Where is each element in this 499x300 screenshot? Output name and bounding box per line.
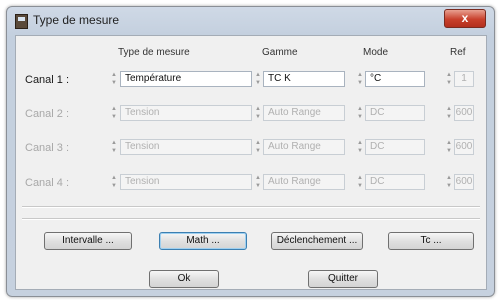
header-ref: Ref: [450, 47, 466, 58]
quitter-button[interactable]: Quitter: [308, 270, 378, 288]
header-type: Type de mesure: [118, 47, 190, 58]
gamme-field-1[interactable]: TC K: [263, 71, 345, 87]
tc-button[interactable]: Tc ...: [388, 232, 474, 250]
ref-field-4[interactable]: 600: [454, 174, 474, 190]
intervalle-button[interactable]: Intervalle ...: [44, 232, 132, 250]
gamme-field-3[interactable]: Auto Range: [263, 139, 345, 155]
measure-app-icon: [15, 14, 28, 29]
canal-4-label: Canal 4 :: [25, 177, 70, 189]
type-spinner-2[interactable]: ▲ ▼: [110, 105, 118, 121]
mode-spinner-1[interactable]: ▲ ▼: [356, 71, 364, 87]
mode-field-2[interactable]: DC: [365, 105, 425, 121]
separator-top: [22, 206, 480, 208]
type-spinner-1[interactable]: ▲ ▼: [110, 71, 118, 87]
declenchement-button[interactable]: Déclenchement ...: [271, 232, 363, 250]
type-field-2[interactable]: Tension: [120, 105, 252, 121]
mode-field-1[interactable]: °C: [365, 71, 425, 87]
dialog-body: Type de mesure Gamme Mode Ref Canal 1 : …: [15, 35, 487, 290]
type-field-4[interactable]: Tension: [120, 174, 252, 190]
gamme-field-2[interactable]: Auto Range: [263, 105, 345, 121]
mode-spinner-2[interactable]: ▲ ▼: [356, 105, 364, 121]
separator-bottom: [22, 218, 480, 220]
math-button[interactable]: Math ...: [159, 232, 247, 250]
mode-field-4[interactable]: DC: [365, 174, 425, 190]
gamme-spinner-2[interactable]: ▲ ▼: [254, 105, 262, 121]
ref-spinner-3[interactable]: ▲ ▼: [445, 139, 453, 155]
mode-field-3[interactable]: DC: [365, 139, 425, 155]
ref-spinner-2[interactable]: ▲ ▼: [445, 105, 453, 121]
canal-2-label: Canal 2 :: [25, 108, 70, 120]
canal-3-label: Canal 3 :: [25, 142, 70, 154]
gamme-spinner-1[interactable]: ▲ ▼: [254, 71, 262, 87]
ok-button[interactable]: Ok: [149, 270, 219, 288]
ref-field-2[interactable]: 600: [454, 105, 474, 121]
mode-spinner-3[interactable]: ▲ ▼: [356, 139, 364, 155]
gamme-spinner-3[interactable]: ▲ ▼: [254, 139, 262, 155]
canal-1-label: Canal 1 :: [25, 74, 70, 86]
ref-spinner-1[interactable]: ▲ ▼: [445, 71, 453, 87]
dialog-window: Type de mesure x Type de mesure Gamme Mo…: [6, 6, 495, 297]
ref-field-3[interactable]: 600: [454, 139, 474, 155]
type-field-1[interactable]: Température: [120, 71, 252, 87]
gamme-spinner-4[interactable]: ▲ ▼: [254, 174, 262, 190]
type-spinner-3[interactable]: ▲ ▼: [110, 139, 118, 155]
ref-spinner-4[interactable]: ▲ ▼: [445, 174, 453, 190]
type-spinner-4[interactable]: ▲ ▼: [110, 174, 118, 190]
gamme-field-4[interactable]: Auto Range: [263, 174, 345, 190]
type-field-3[interactable]: Tension: [120, 139, 252, 155]
window-title: Type de mesure: [33, 13, 120, 27]
header-gamme: Gamme: [262, 47, 298, 58]
ref-field-1[interactable]: 1: [454, 71, 474, 87]
title-bar: Type de mesure x: [7, 7, 494, 33]
mode-spinner-4[interactable]: ▲ ▼: [356, 174, 364, 190]
close-button[interactable]: x: [444, 9, 486, 28]
header-mode: Mode: [363, 47, 389, 58]
